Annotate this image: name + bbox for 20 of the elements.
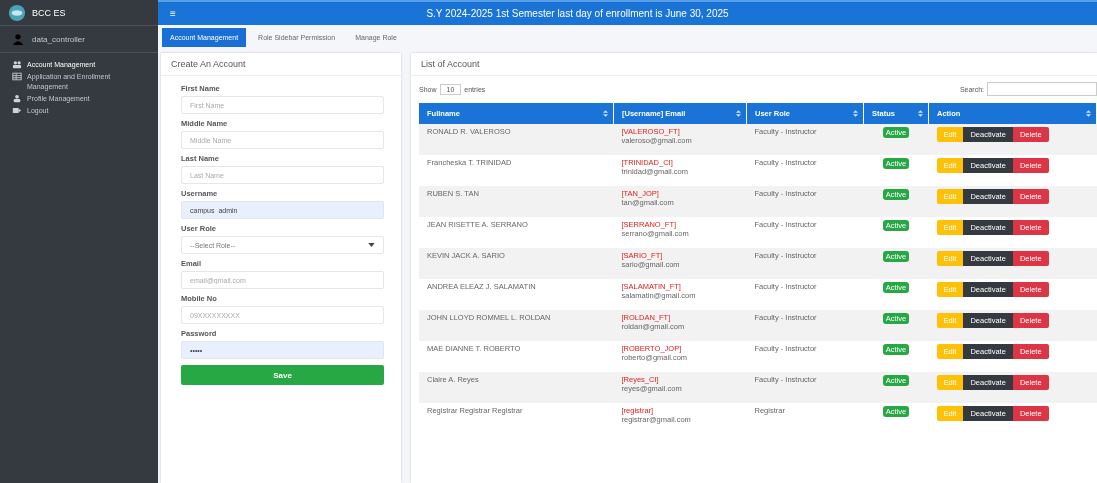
sort-icon bbox=[853, 110, 858, 117]
users-icon bbox=[12, 60, 22, 69]
card-title: List of Account bbox=[411, 53, 1097, 76]
table-icon bbox=[12, 72, 22, 81]
search-field[interactable] bbox=[987, 82, 1097, 96]
door-icon bbox=[12, 106, 22, 115]
caret-icon bbox=[368, 243, 375, 247]
sort-icon bbox=[1086, 110, 1091, 117]
save-button[interactable]: Save bbox=[181, 365, 384, 385]
sort-icon bbox=[918, 110, 923, 117]
brand-name: BCC ES bbox=[32, 7, 66, 18]
menu-button[interactable]: ≡ bbox=[158, 8, 198, 19]
sort-icon bbox=[736, 110, 741, 117]
announcement-text: S.Y 2024-2025 1st Semester last day of enrollment is June 30, 2025 bbox=[425, 8, 730, 19]
card-title: Create An Account bbox=[161, 53, 401, 76]
user-icon bbox=[12, 32, 24, 46]
sort-icon bbox=[603, 110, 608, 117]
logo-icon bbox=[8, 3, 26, 22]
user-name: data_controller bbox=[32, 34, 85, 44]
user-icon bbox=[12, 94, 22, 103]
